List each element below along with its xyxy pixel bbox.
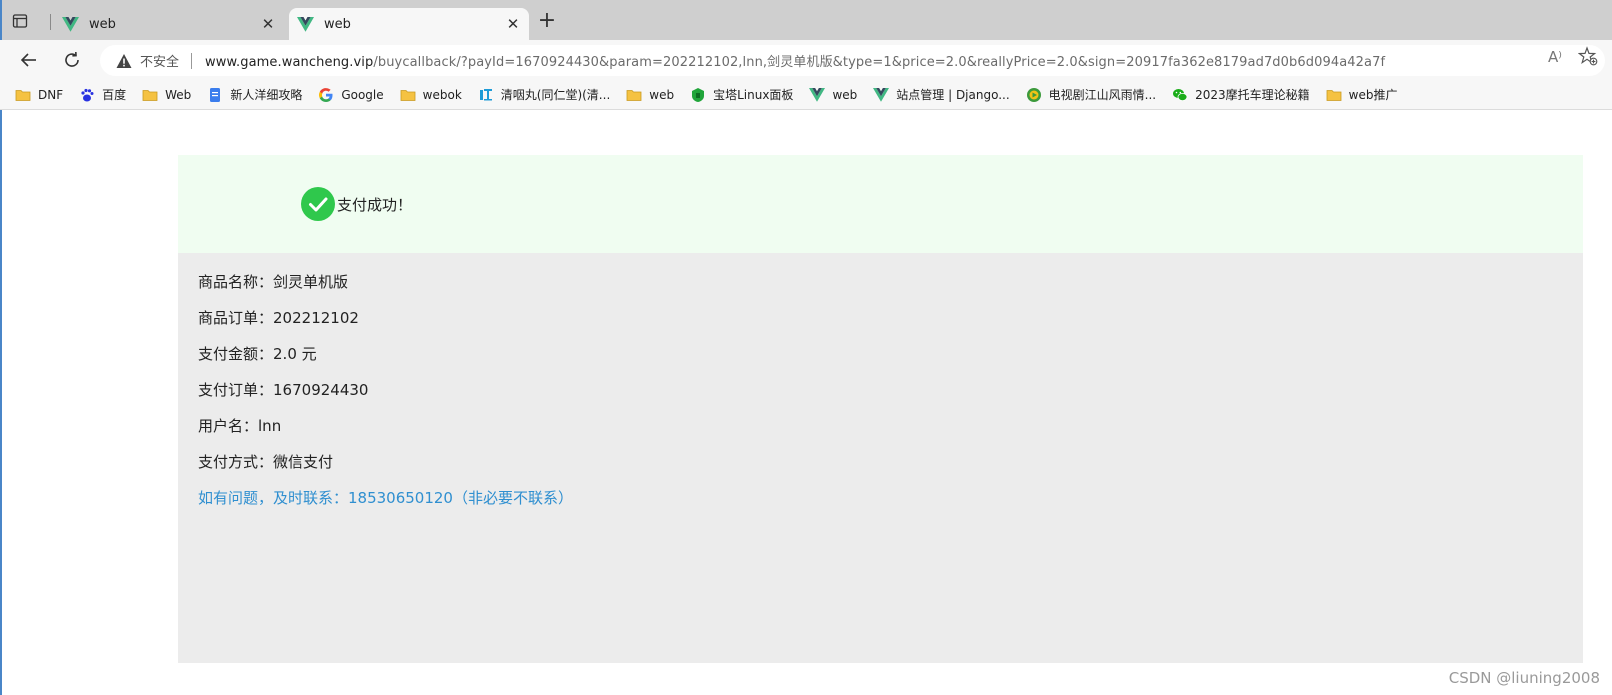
folder-icon xyxy=(15,87,31,103)
add-favorite-icon[interactable] xyxy=(1578,46,1598,66)
browser-toolbar: 不安全 www.game.wancheng.vip/buycallback/?p… xyxy=(0,40,1612,80)
detail-label: 用户名： xyxy=(198,417,259,435)
detail-value: 202212102 xyxy=(273,309,359,327)
security-status-label[interactable]: 不安全 xyxy=(140,51,179,70)
bookmark-guide[interactable]: 新人洋细攻略 xyxy=(207,86,302,103)
vue-logo-icon xyxy=(809,87,826,103)
username-row: 用户名：lnn xyxy=(198,415,281,436)
product-name-row: 商品名称：剑灵单机版 xyxy=(198,271,348,292)
detail-value: 1670924430 xyxy=(273,381,369,399)
folder-icon xyxy=(142,87,158,103)
detail-value: 微信支付 xyxy=(273,453,334,471)
payment-amount-row: 支付金额：2.0 元 xyxy=(198,343,317,364)
bookmark-google[interactable]: Google xyxy=(318,87,384,103)
bookmark-web-folder-2[interactable]: web xyxy=(626,87,674,103)
folder-icon xyxy=(626,87,642,103)
bookmark-web-promo[interactable]: web推广 xyxy=(1326,86,1398,103)
payment-order-row: 支付订单：1670924430 xyxy=(198,379,368,400)
back-arrow-icon xyxy=(20,53,36,67)
contact-note: 如有问题，及时联系：18530650120（非必要不联系） xyxy=(198,489,573,507)
reload-icon xyxy=(65,51,79,67)
bookmark-label: web xyxy=(832,87,858,102)
close-tab-icon[interactable]: ✕ xyxy=(501,15,525,33)
tab-actions-icon xyxy=(12,14,28,28)
folder-icon xyxy=(400,87,416,103)
detail-label: 支付方式： xyxy=(198,453,274,471)
vue-logo-icon xyxy=(297,16,314,32)
bookmark-label: 宝塔Linux面板 xyxy=(713,88,794,102)
folder-icon xyxy=(1326,87,1342,103)
bookmark-jd-health[interactable]: 清咽丸(同仁堂)(清... xyxy=(478,86,611,103)
new-tab-button[interactable]: + xyxy=(535,10,559,34)
url-path: /buycallback/?payId=1670924430&param=202… xyxy=(373,55,1386,70)
warning-triangle-icon[interactable] xyxy=(116,53,132,69)
bookmark-web-vue[interactable]: web xyxy=(809,87,857,103)
detail-label: 商品名称： xyxy=(198,273,274,291)
url-text[interactable]: www.game.wancheng.vip/buycallback/?payId… xyxy=(205,51,1385,70)
bookmarks-bar: DNF 百度 Web 新人洋细攻略 Google webok 清咽丸(同仁堂)(… xyxy=(0,80,1612,110)
bookmark-label: 新人洋细攻略 xyxy=(230,88,303,102)
detail-value: lnn xyxy=(258,417,282,435)
detail-label: 支付订单： xyxy=(198,381,274,399)
bookmark-tv[interactable]: 电视剧江山风雨情... xyxy=(1026,86,1156,103)
success-message: 支付成功！ xyxy=(337,195,413,214)
baidu-paw-icon xyxy=(79,87,95,103)
product-order-row: 商品订单：202212102 xyxy=(198,307,359,328)
address-bar[interactable]: 不安全 www.game.wancheng.vip/buycallback/?p… xyxy=(100,45,1605,76)
payment-details-panel: 商品名称：剑灵单机版 商品订单：202212102 支付金额：2.0 元 支付订… xyxy=(178,253,1583,663)
detail-label: 商品订单： xyxy=(198,309,274,327)
tab-title: web xyxy=(324,16,351,32)
tab-separator xyxy=(50,14,51,30)
check-circle-icon xyxy=(301,187,335,221)
tab-strip: web ✕ web ✕ + xyxy=(0,0,1612,40)
jd-health-icon xyxy=(478,87,494,103)
bookmark-moto[interactable]: 2023摩托车理论秘籍 xyxy=(1172,86,1310,103)
google-icon xyxy=(318,87,334,103)
bookmark-label: 站点管理 | Django... xyxy=(896,88,1010,102)
detail-label: 支付金额： xyxy=(198,345,274,363)
tv-icon xyxy=(1026,87,1042,103)
tab-title: web xyxy=(89,16,116,32)
reload-button[interactable] xyxy=(60,48,84,72)
bookmark-web-folder[interactable]: Web xyxy=(142,87,191,103)
csdn-watermark: CSDN @liuning2008 xyxy=(1448,669,1600,687)
bookmark-label: 清咽丸(同仁堂)(清... xyxy=(500,88,611,102)
doc-icon xyxy=(207,87,223,103)
payment-success-banner: 支付成功！ xyxy=(178,155,1583,253)
bookmark-dnf[interactable]: DNF xyxy=(15,87,63,103)
bookmark-label: Google xyxy=(341,87,384,102)
detail-value: 剑灵单机版 xyxy=(273,273,349,291)
browser-tab-1[interactable]: web ✕ xyxy=(54,8,284,40)
bookmark-label: DNF xyxy=(38,87,64,102)
close-tab-icon[interactable]: ✕ xyxy=(256,15,280,33)
wechat-icon xyxy=(1172,87,1188,103)
bookmark-label: web推广 xyxy=(1348,88,1398,102)
bookmark-label: Web xyxy=(165,87,192,102)
bookmark-webok[interactable]: webok xyxy=(400,87,462,103)
detail-value: 2.0 元 xyxy=(273,345,317,363)
browser-tab-2-active[interactable]: web ✕ xyxy=(289,8,529,40)
back-button[interactable] xyxy=(17,48,41,72)
baota-icon xyxy=(690,87,706,103)
bookmark-label: 百度 xyxy=(102,88,127,102)
bookmark-django[interactable]: 站点管理 | Django... xyxy=(873,86,1010,103)
url-host: www.game.wancheng.vip xyxy=(205,55,374,70)
bookmark-label: web xyxy=(649,87,675,102)
bookmark-baota[interactable]: 宝塔Linux面板 xyxy=(690,86,793,103)
read-aloud-icon[interactable]: A⁾ xyxy=(1548,48,1562,66)
tab-actions-button[interactable] xyxy=(12,10,42,32)
payment-method-row: 支付方式：微信支付 xyxy=(198,451,333,472)
url-divider xyxy=(191,52,193,69)
bookmark-label: 电视剧江山风雨情... xyxy=(1048,88,1157,102)
vue-logo-icon xyxy=(873,87,890,103)
bookmark-label: 2023摩托车理论秘籍 xyxy=(1195,88,1310,102)
vue-logo-icon xyxy=(62,16,79,32)
bookmark-label: webok xyxy=(422,87,462,102)
page-content: 支付成功！ 商品名称：剑灵单机版 商品订单：202212102 支付金额：2.0… xyxy=(0,110,1612,695)
bookmark-baidu[interactable]: 百度 xyxy=(79,86,126,103)
